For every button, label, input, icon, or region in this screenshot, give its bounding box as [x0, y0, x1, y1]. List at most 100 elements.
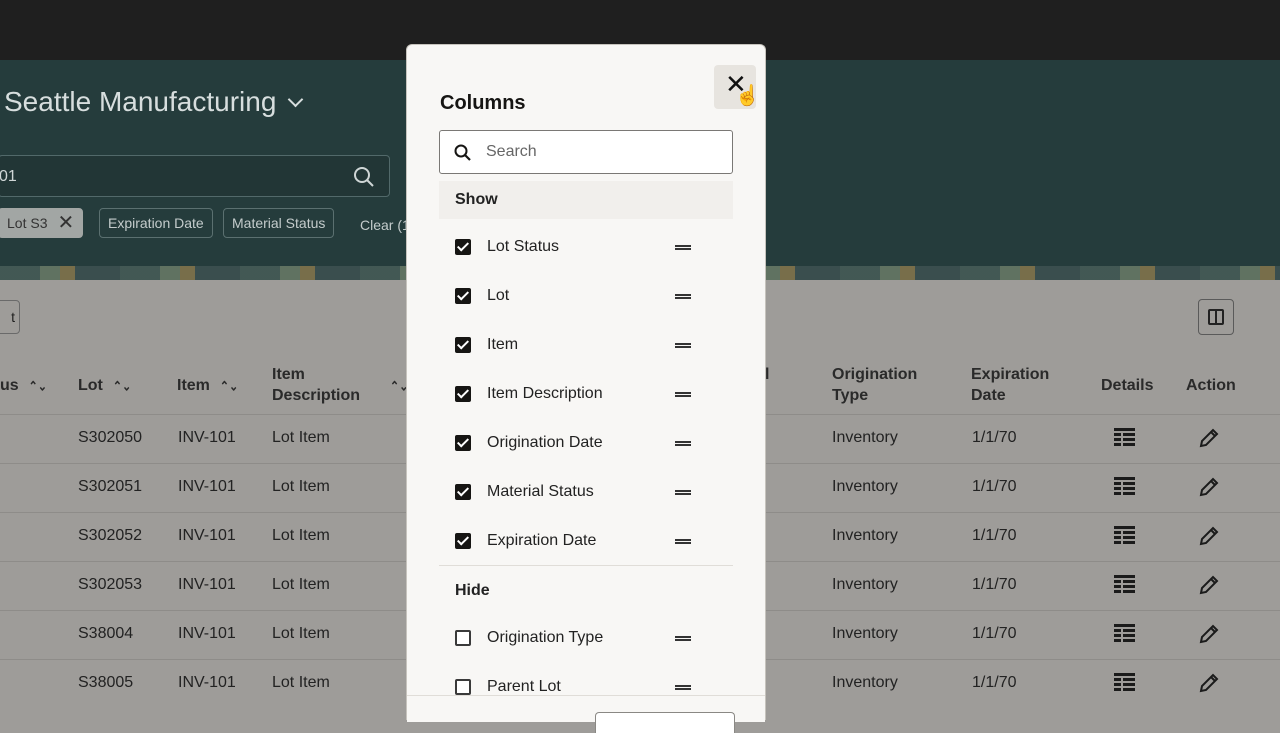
lot-cell: S38005 [78, 674, 134, 691]
column-header-origination-type[interactable]: Origination Type [832, 364, 917, 406]
filter-chip-lot[interactable]: Lot S3 ✕ [0, 208, 84, 238]
toolbar-button[interactable]: t [0, 300, 20, 334]
item-description-cell: Lot Item [272, 674, 330, 691]
filter-chip-material-status[interactable]: Material Status [223, 208, 335, 238]
column-header-lot-status[interactable]: us ⌃⌄ [0, 375, 47, 398]
sort-icon[interactable]: ⌃⌄ [29, 375, 47, 400]
details-icon[interactable] [1114, 624, 1135, 644]
edit-icon[interactable] [1198, 623, 1220, 651]
drag-handle-icon[interactable] [675, 245, 691, 250]
footer-button[interactable] [595, 712, 735, 733]
drag-handle-icon[interactable] [675, 636, 691, 641]
origination-type-cell: Inventory [832, 478, 898, 495]
column-option-label: Lot [487, 287, 510, 304]
lot-cell: S38004 [78, 625, 134, 642]
column-header-expiration-date[interactable]: Expiration Date [971, 364, 1049, 406]
panel-toggle-button[interactable] [1198, 299, 1234, 335]
column-option[interactable]: Expiration Date [455, 532, 695, 552]
column-option[interactable]: Origination Type [455, 629, 695, 649]
panel-icon [1208, 309, 1224, 325]
details-icon[interactable] [1114, 673, 1135, 693]
drag-handle-icon[interactable] [675, 539, 691, 544]
drag-handle-icon[interactable] [675, 685, 691, 690]
details-icon[interactable] [1114, 526, 1135, 546]
drag-handle-icon[interactable] [675, 294, 691, 299]
origination-type-cell: Inventory [832, 429, 898, 446]
edit-icon[interactable] [1198, 672, 1220, 700]
item-cell: INV-101 [178, 527, 236, 544]
checkbox-checked[interactable] [455, 288, 471, 304]
expiration-date-cell: 1/1/70 [972, 527, 1017, 544]
details-icon[interactable] [1114, 428, 1135, 448]
checkbox-checked[interactable] [455, 533, 471, 549]
chevron-down-icon [288, 91, 304, 108]
details-icon[interactable] [1114, 575, 1135, 595]
checkbox-checked[interactable] [455, 484, 471, 500]
column-option-label: Parent Lot [487, 678, 561, 695]
dialog-title: Columns [440, 92, 526, 114]
column-option-label: Item Description [487, 385, 603, 402]
organization-name: Seattle Manufacturing [4, 86, 277, 117]
edit-icon[interactable] [1198, 574, 1220, 602]
column-option-label: Material Status [487, 483, 594, 500]
checkbox-checked[interactable] [455, 435, 471, 451]
clear-filters-link[interactable]: Clear (1 [360, 217, 410, 233]
filter-chip-label: Material Status [232, 215, 326, 231]
column-option[interactable]: Origination Date [455, 434, 695, 454]
item-cell: INV-101 [178, 429, 236, 446]
filter-chip-expiration-date[interactable]: Expiration Date [99, 208, 213, 238]
header-search-value: 01 [0, 168, 17, 185]
origination-type-cell: Inventory [832, 527, 898, 544]
column-option[interactable]: Item Description [455, 385, 695, 405]
sort-icon[interactable]: ⌃⌄ [113, 375, 131, 400]
lot-cell: S302052 [78, 527, 143, 544]
close-icon[interactable]: ✕ [57, 209, 74, 237]
item-description-cell: Lot Item [272, 625, 330, 642]
edit-icon[interactable] [1198, 427, 1220, 455]
edit-icon[interactable] [1198, 476, 1220, 504]
header-search-field[interactable]: 01 [0, 155, 390, 197]
column-search-field[interactable] [439, 130, 733, 174]
item-cell: INV-101 [178, 625, 236, 642]
column-option-label: Lot Status [487, 238, 560, 255]
organization-selector[interactable]: Seattle Manufacturing [4, 86, 304, 118]
item-description-cell: Lot Item [272, 478, 330, 495]
column-header-item[interactable]: Item ⌃⌄ [177, 375, 238, 398]
column-option[interactable]: Lot Status [455, 238, 695, 258]
edit-icon[interactable] [1198, 525, 1220, 553]
column-option[interactable]: Material Status [455, 483, 695, 503]
column-header-details: Details [1101, 377, 1154, 394]
checkbox-unchecked[interactable] [455, 630, 471, 646]
expiration-date-cell: 1/1/70 [972, 625, 1017, 642]
divider [439, 565, 733, 566]
drag-handle-icon[interactable] [675, 343, 691, 348]
columns-dialog: Columns ✕ ☝ Show Lot StatusLotItemItem D… [406, 44, 766, 733]
column-header-lot[interactable]: Lot ⌃⌄ [78, 375, 131, 398]
column-header-item-description[interactable]: Item Description [272, 364, 360, 406]
origination-type-cell: Inventory [832, 576, 898, 593]
checkbox-checked[interactable] [455, 239, 471, 255]
column-option[interactable]: Lot [455, 287, 695, 307]
column-option[interactable]: Item [455, 336, 695, 356]
drag-handle-icon[interactable] [675, 490, 691, 495]
details-icon[interactable] [1114, 477, 1135, 497]
search-icon[interactable] [353, 166, 375, 193]
column-option-label: Origination Date [487, 434, 603, 451]
expiration-date-cell: 1/1/70 [972, 429, 1017, 446]
sort-icon[interactable]: ⌃⌄ [220, 375, 238, 400]
checkbox-checked[interactable] [455, 386, 471, 402]
lot-cell: S302051 [78, 478, 143, 495]
filter-chip-label: Expiration Date [108, 215, 204, 231]
filter-chip-label: Lot S3 [7, 215, 48, 231]
checkbox-unchecked[interactable] [455, 679, 471, 695]
dialog-footer [407, 695, 765, 733]
item-cell: INV-101 [178, 576, 236, 593]
item-description-cell: Lot Item [272, 429, 330, 446]
column-search-input[interactable] [484, 142, 718, 162]
drag-handle-icon[interactable] [675, 392, 691, 397]
checkbox-checked[interactable] [455, 337, 471, 353]
drag-handle-icon[interactable] [675, 441, 691, 446]
pointer-cursor-icon: ☝ [735, 85, 760, 107]
lot-cell: S302053 [78, 576, 143, 593]
item-cell: INV-101 [178, 478, 236, 495]
